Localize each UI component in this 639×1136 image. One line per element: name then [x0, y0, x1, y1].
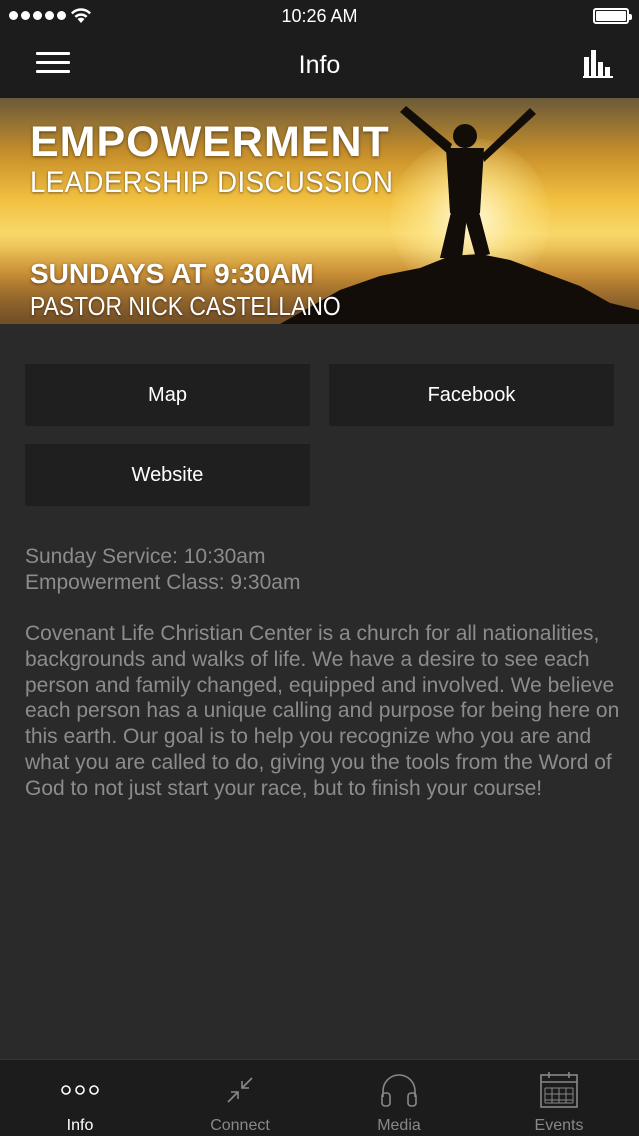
facebook-button[interactable]: Facebook: [329, 364, 614, 426]
bar-chart-icon[interactable]: [583, 48, 613, 78]
service-hours-line: Empowerment Class: 9:30am: [25, 571, 301, 594]
about-description: Covenant Life Christian Center is a chur…: [25, 622, 620, 800]
connect-arrows-icon: [160, 1070, 320, 1110]
tab-info[interactable]: Info: [0, 1060, 160, 1136]
tab-label: Media: [377, 1117, 421, 1134]
tab-events[interactable]: Events: [479, 1060, 639, 1136]
tab-media[interactable]: Media: [319, 1060, 479, 1136]
status-time: 10:26 AM: [281, 6, 358, 26]
map-button[interactable]: Map: [25, 364, 310, 426]
banner-pastor: PASTOR NICK CASTELLANO: [30, 291, 341, 321]
event-banner-image: EMPOWERMENT LEADERSHIP DISCUSSION SUNDAY…: [0, 98, 639, 324]
page-title: Info: [298, 51, 341, 79]
website-button[interactable]: Website: [25, 444, 310, 506]
banner-headline: EMPOWERMENT: [30, 118, 390, 166]
status-bar: 10:26 AM: [0, 0, 639, 34]
banner-subhead: LEADERSHIP DISCUSSION: [30, 166, 394, 199]
headphones-icon: [319, 1070, 479, 1110]
banner-schedule: SUNDAYS AT 9:30AM: [30, 258, 314, 289]
battery-icon: [593, 8, 632, 24]
tab-label: Info: [66, 1117, 94, 1134]
service-hours: Sunday Service: 10:30am Empowerment Clas…: [25, 544, 615, 596]
calendar-icon: [479, 1070, 639, 1110]
service-hours-line: Sunday Service: 10:30am: [25, 545, 266, 568]
tab-connect[interactable]: Connect: [160, 1060, 320, 1136]
tab-label: Events: [534, 1117, 584, 1134]
three-dots-icon: [0, 1070, 160, 1110]
navigation-bar: Info: [0, 34, 639, 98]
tab-label: Connect: [210, 1117, 270, 1134]
tab-bar: Info Connect Media Events: [0, 1059, 639, 1136]
